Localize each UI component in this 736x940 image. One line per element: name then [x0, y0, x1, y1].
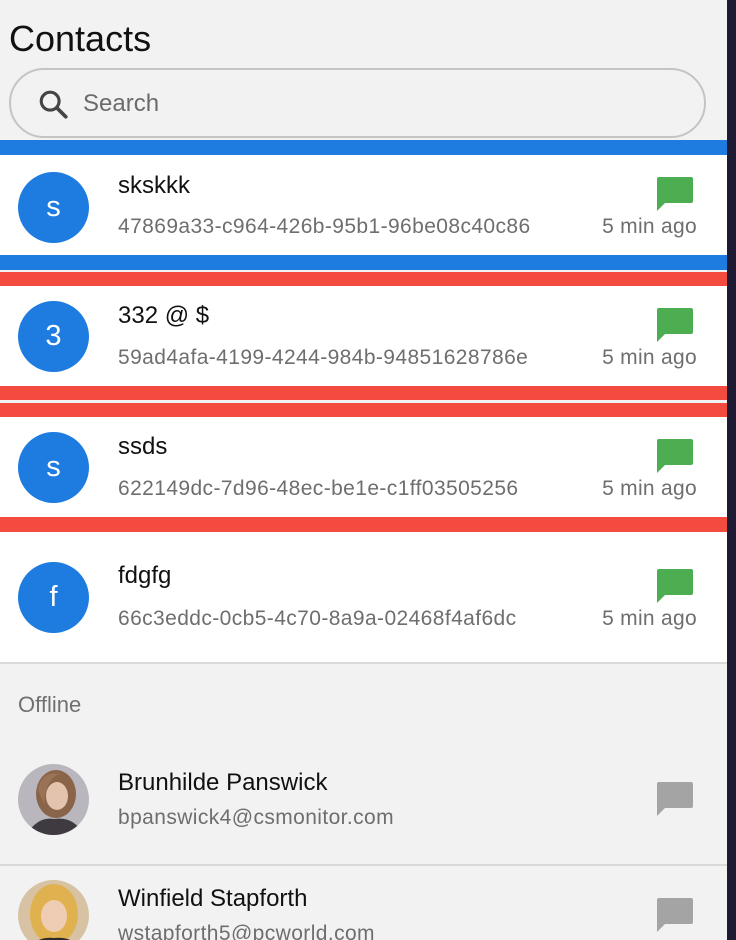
avatar: s: [18, 432, 89, 503]
page-title: Contacts: [9, 18, 152, 59]
highlight-band: [0, 255, 727, 270]
contact-row[interactable]: 3 332 @ $ 59ad4afa-4199-4244-984b-948516…: [0, 286, 727, 386]
chat-icon[interactable]: [655, 780, 695, 818]
divider: [0, 662, 727, 664]
avatar: 3: [18, 301, 89, 372]
avatar-photo: [18, 764, 89, 835]
avatar: f: [18, 562, 89, 633]
search-input[interactable]: [83, 86, 663, 122]
search-bar[interactable]: [9, 68, 706, 138]
contact-id: 66c3eddc-0cb5-4c70-8a9a-02468f4af6dc: [118, 607, 517, 630]
last-seen: 5 min ago: [602, 346, 697, 369]
contact-email: wstapforth5@pcworld.com: [118, 922, 375, 940]
contact-name: Brunhilde Panswick: [118, 769, 328, 796]
contact-id: 47869a33-c964-426b-95b1-96be08c40c86: [118, 215, 531, 238]
search-icon: [39, 90, 68, 119]
section-header-offline: Offline: [18, 692, 82, 717]
contact-email: bpanswick4@csmonitor.com: [118, 806, 395, 829]
chat-icon[interactable]: [655, 175, 695, 213]
highlight-band: [0, 403, 727, 417]
contact-row[interactable]: s skskkk 47869a33-c964-426b-95b1-96be08c…: [0, 155, 727, 255]
contact-row[interactable]: s ssds 622149dc-7d96-48ec-be1e-c1ff03505…: [0, 417, 727, 517]
avatar: s: [18, 172, 89, 243]
highlight-band: [0, 272, 727, 286]
contact-name: 332 @ $: [118, 302, 210, 329]
last-seen: 5 min ago: [602, 477, 697, 500]
last-seen: 5 min ago: [602, 215, 697, 238]
contact-id: 622149dc-7d96-48ec-be1e-c1ff03505256: [118, 477, 519, 500]
chat-icon[interactable]: [655, 306, 695, 344]
contact-name: Winfield Stapforth: [118, 885, 308, 912]
contact-name: skskkk: [118, 172, 190, 199]
highlight-band: [0, 386, 727, 400]
highlight-band: [0, 140, 727, 155]
contact-row[interactable]: f fdgfg 66c3eddc-0cb5-4c70-8a9a-02468f4a…: [0, 532, 727, 662]
contact-id: 59ad4afa-4199-4244-984b-94851628786e: [118, 346, 529, 369]
contacts-screen: Contacts s skskkk 47869a33-c964-426b-95b…: [0, 0, 727, 940]
contact-name: fdgfg: [118, 562, 172, 589]
chat-icon[interactable]: [655, 896, 695, 934]
chat-icon[interactable]: [655, 437, 695, 475]
last-seen: 5 min ago: [602, 607, 697, 630]
contact-name: ssds: [118, 433, 168, 460]
highlight-band: [0, 517, 727, 532]
contact-row[interactable]: Brunhilde Panswick bpanswick4@csmonitor.…: [0, 738, 727, 864]
chat-icon[interactable]: [655, 567, 695, 605]
avatar-photo: [18, 880, 89, 940]
contact-row[interactable]: Winfield Stapforth wstapforth5@pcworld.c…: [0, 866, 727, 940]
